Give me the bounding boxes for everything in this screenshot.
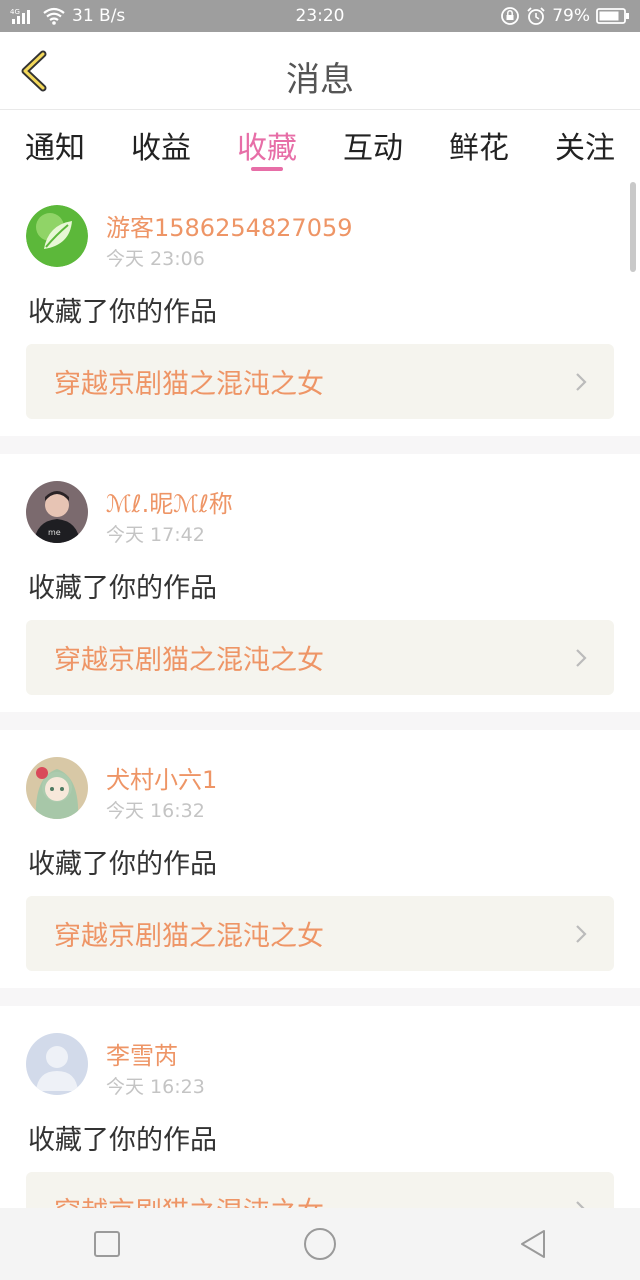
status-bar: 4G 31 B/s 23:20 79% — [0, 0, 640, 32]
chevron-right-icon — [576, 925, 587, 943]
square-icon — [93, 1231, 120, 1257]
message-action: 收藏了你的作品 — [28, 849, 217, 880]
anime-avatar[interactable] — [26, 757, 88, 819]
message-time: 今天 17:42 — [106, 524, 205, 546]
user-name[interactable]: ℳℓ.昵ℳℓ称 — [106, 484, 233, 519]
battery-percent: 79% — [552, 6, 590, 26]
work-link[interactable]: 穿越京剧猫之混沌之女 — [26, 896, 614, 971]
scrollbar[interactable] — [630, 182, 636, 272]
work-link[interactable]: 穿越京剧猫之混沌之女 — [26, 1172, 614, 1208]
message-time: 今天 16:32 — [106, 800, 205, 822]
page-title: 消息 — [286, 60, 354, 100]
default-avatar[interactable] — [26, 1033, 88, 1095]
triangle-back-icon — [521, 1230, 546, 1258]
message-time: 今天 16:23 — [106, 1076, 205, 1098]
tab-bar: 通知 收益 收藏 互动 鲜花 关注 — [0, 111, 640, 177]
svg-text:4G: 4G — [10, 8, 20, 16]
rotation-lock-icon — [500, 6, 520, 26]
message-card: 李雪芮 今天 16:23 收藏了你的作品 穿越京剧猫之混沌之女 — [0, 1006, 640, 1208]
chevron-right-icon — [576, 373, 587, 391]
tab-notice[interactable]: 通知 — [25, 111, 85, 177]
tab-interaction[interactable]: 互动 — [343, 111, 403, 177]
message-card: 游客1586254827059 今天 23:06 收藏了你的作品 穿越京剧猫之混… — [0, 178, 640, 436]
message-action: 收藏了你的作品 — [28, 573, 217, 604]
work-link[interactable]: 穿越京剧猫之混沌之女 — [26, 620, 614, 695]
navigation-bar — [0, 1208, 640, 1280]
message-list[interactable]: 游客1586254827059 今天 23:06 收藏了你的作品 穿越京剧猫之混… — [0, 178, 640, 1208]
message-action: 收藏了你的作品 — [28, 297, 217, 328]
chevron-right-icon — [576, 1201, 585, 1208]
wifi-icon — [42, 7, 66, 25]
tab-follow[interactable]: 关注 — [555, 111, 615, 177]
message-time: 今天 23:06 — [106, 248, 205, 270]
tab-earnings[interactable]: 收益 — [131, 111, 191, 177]
network-speed: 31 B/s — [72, 6, 126, 26]
work-link[interactable]: 穿越京剧猫之混沌之女 — [26, 344, 614, 419]
chevron-right-icon — [576, 649, 587, 667]
status-right: 79% — [500, 6, 630, 26]
recent-apps-button[interactable] — [77, 1214, 137, 1274]
header: 消息 — [0, 32, 640, 110]
person-avatar[interactable]: me — [26, 481, 88, 543]
back-nav-button[interactable] — [503, 1214, 563, 1274]
circle-icon — [303, 1228, 336, 1260]
user-name[interactable]: 犬村小六1 — [106, 760, 217, 795]
message-card: 犬村小六1 今天 16:32 收藏了你的作品 穿越京剧猫之混沌之女 — [0, 730, 640, 988]
tab-flowers[interactable]: 鲜花 — [449, 111, 509, 177]
work-title: 穿越京剧猫之混沌之女 — [54, 921, 324, 952]
user-name[interactable]: 游客1586254827059 — [106, 208, 353, 243]
home-button[interactable] — [290, 1214, 350, 1274]
svg-text:me: me — [48, 528, 61, 537]
user-name[interactable]: 李雪芮 — [106, 1036, 178, 1071]
battery-icon — [596, 7, 630, 25]
signal-icon: 4G — [10, 7, 36, 25]
work-title: 穿越京剧猫之混沌之女 — [54, 369, 324, 400]
alarm-icon — [526, 6, 546, 26]
leaf-avatar[interactable] — [26, 205, 88, 267]
work-title: 穿越京剧猫之混沌之女 — [54, 645, 324, 676]
message-action: 收藏了你的作品 — [28, 1125, 217, 1156]
message-card: me ℳℓ.昵ℳℓ称 今天 17:42 收藏了你的作品 穿越京剧猫之混沌之女 — [0, 454, 640, 712]
status-left: 4G 31 B/s — [10, 6, 125, 26]
work-title: 穿越京剧猫之混沌之女 — [54, 1190, 324, 1208]
tab-favorites[interactable]: 收藏 — [237, 111, 297, 177]
